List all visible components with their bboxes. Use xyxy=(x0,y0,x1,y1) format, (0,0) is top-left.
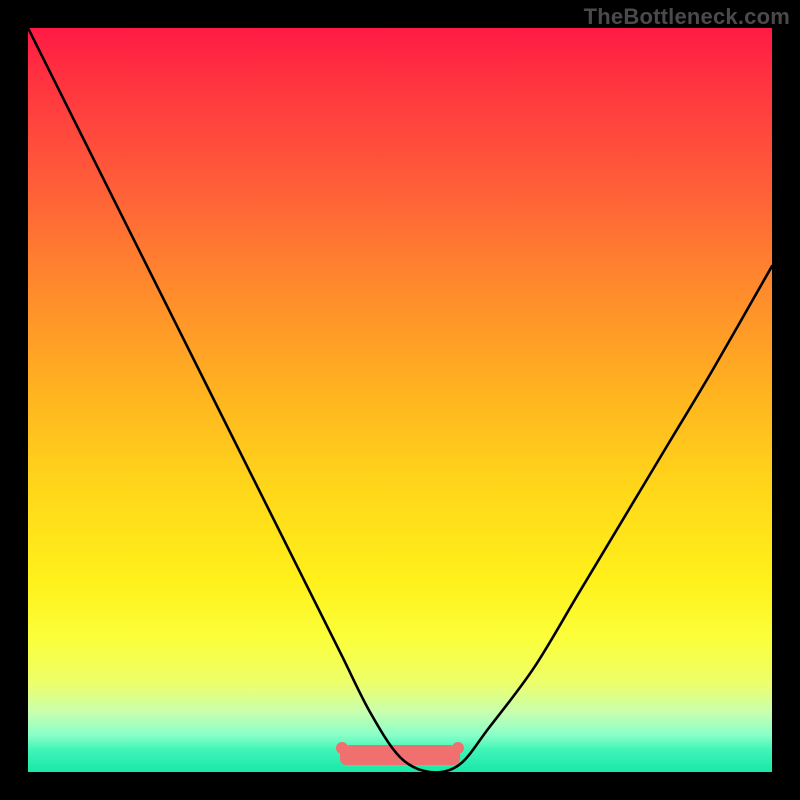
plot-area xyxy=(28,28,772,772)
bottleneck-curve xyxy=(28,28,772,772)
watermark-text: TheBottleneck.com xyxy=(584,4,790,30)
curve-path xyxy=(28,28,772,772)
chart-frame: TheBottleneck.com xyxy=(0,0,800,800)
